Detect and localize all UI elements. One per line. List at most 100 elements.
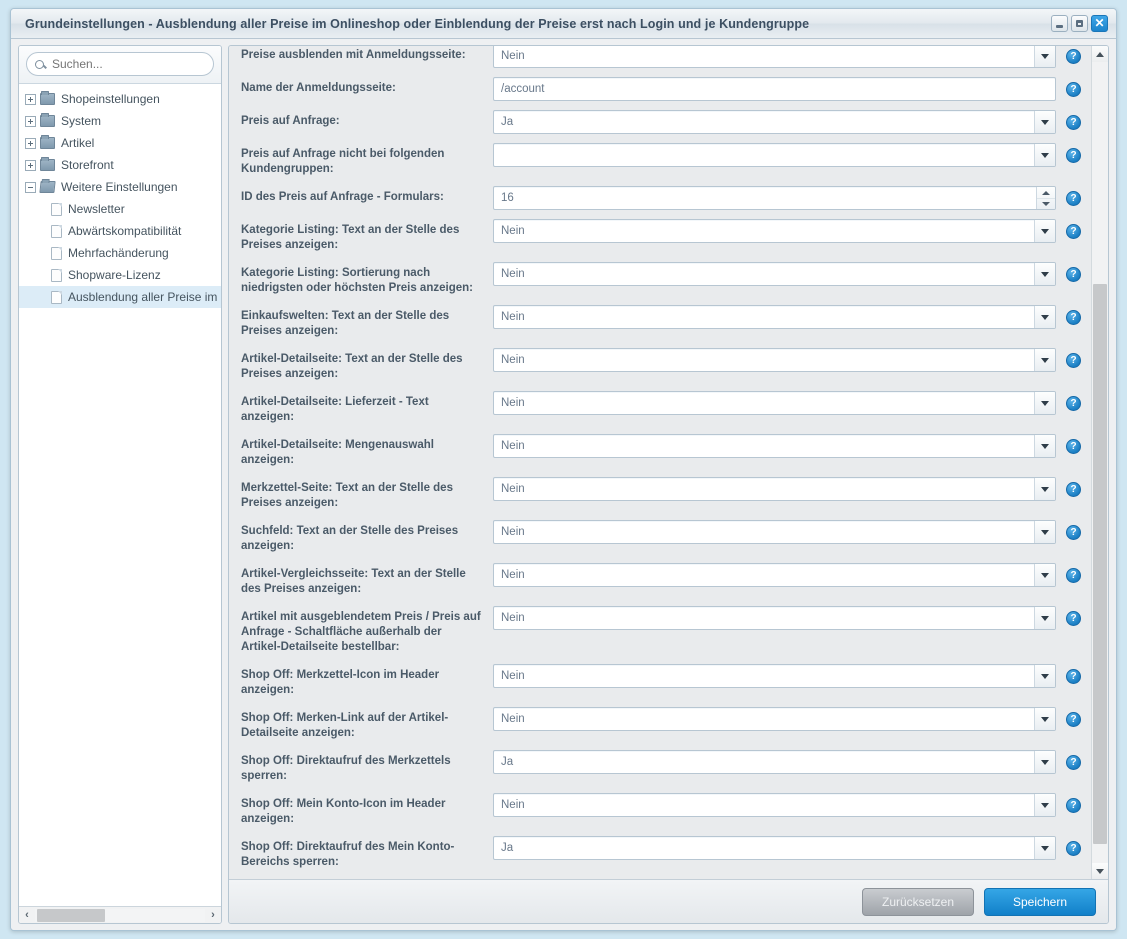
scroll-right-arrow-icon[interactable]: › xyxy=(205,908,221,923)
help-icon[interactable]: ? xyxy=(1066,115,1081,130)
tree-item[interactable]: Artikel xyxy=(19,132,221,154)
field-value[interactable]: Nein xyxy=(494,263,1034,285)
combobox[interactable]: Nein xyxy=(493,391,1056,415)
chevron-down-icon[interactable] xyxy=(1034,665,1055,687)
field-value[interactable]: Ja xyxy=(494,751,1034,773)
number-spinner[interactable]: 16 xyxy=(493,186,1056,210)
combobox[interactable]: Ja xyxy=(493,836,1056,860)
chevron-down-icon[interactable] xyxy=(1034,392,1055,414)
spinner-buttons[interactable] xyxy=(1036,187,1055,209)
field-value[interactable]: Nein xyxy=(494,665,1034,687)
chevron-down-icon[interactable] xyxy=(1034,837,1055,859)
help-icon[interactable]: ? xyxy=(1066,712,1081,727)
settings-tree[interactable]: Shopeinstellungen System Artikel Storefront… xyxy=(19,84,221,906)
combobox[interactable]: Nein xyxy=(493,707,1056,731)
field-value[interactable]: Nein xyxy=(494,607,1034,629)
field-value[interactable]: Nein xyxy=(494,708,1034,730)
tree-item[interactable]: Shopeinstellungen xyxy=(19,88,221,110)
field-value[interactable]: Nein xyxy=(494,435,1034,457)
maximize-button[interactable] xyxy=(1071,15,1088,32)
tree-item[interactable]: Shopware-Lizenz xyxy=(19,264,221,286)
combobox[interactable]: Nein xyxy=(493,348,1056,372)
collapse-minus-icon[interactable] xyxy=(25,181,36,193)
sidebar-horizontal-scrollbar[interactable]: ‹ › xyxy=(19,906,221,923)
combobox[interactable]: Nein xyxy=(493,434,1056,458)
text-input[interactable]: /account xyxy=(493,77,1056,101)
h-scroll-track[interactable] xyxy=(35,908,205,922)
chevron-down-icon[interactable] xyxy=(1034,46,1055,67)
chevron-down-icon[interactable] xyxy=(1034,794,1055,816)
field-value[interactable]: Nein xyxy=(494,349,1034,371)
help-icon[interactable]: ? xyxy=(1066,82,1081,97)
search-box[interactable] xyxy=(26,52,214,76)
chevron-down-icon[interactable] xyxy=(1034,263,1055,285)
field-value[interactable]: Nein xyxy=(494,478,1034,500)
chevron-down-icon[interactable] xyxy=(1034,478,1055,500)
chevron-down-icon[interactable] xyxy=(1034,564,1055,586)
help-icon[interactable]: ? xyxy=(1066,310,1081,325)
help-icon[interactable]: ? xyxy=(1066,669,1081,684)
combobox[interactable]: Ja xyxy=(493,750,1056,774)
tree-item[interactable]: System xyxy=(19,110,221,132)
combobox[interactable] xyxy=(493,143,1056,167)
close-button[interactable]: ✕ xyxy=(1091,15,1108,32)
combobox[interactable]: Ja xyxy=(493,110,1056,134)
expand-plus-icon[interactable] xyxy=(25,159,36,171)
expand-plus-icon[interactable] xyxy=(25,115,36,127)
spinner-down-icon[interactable] xyxy=(1037,198,1055,209)
field-value[interactable]: Nein xyxy=(494,392,1034,414)
field-value[interactable]: Nein xyxy=(494,794,1034,816)
search-input[interactable] xyxy=(50,56,209,72)
expand-plus-icon[interactable] xyxy=(25,137,36,149)
combobox[interactable]: Nein xyxy=(493,606,1056,630)
combobox[interactable]: Nein xyxy=(493,262,1056,286)
form-vertical-scrollbar[interactable] xyxy=(1091,46,1108,879)
field-value[interactable]: /account xyxy=(494,78,1055,100)
field-value[interactable]: Ja xyxy=(494,837,1034,859)
combobox[interactable]: Nein xyxy=(493,563,1056,587)
help-icon[interactable]: ? xyxy=(1066,396,1081,411)
chevron-down-icon[interactable] xyxy=(1034,521,1055,543)
scroll-down-arrow-icon[interactable] xyxy=(1092,863,1108,879)
combobox[interactable]: Nein xyxy=(493,219,1056,243)
chevron-down-icon[interactable] xyxy=(1034,607,1055,629)
tree-item[interactable]: Storefront xyxy=(19,154,221,176)
combobox[interactable]: Nein xyxy=(493,793,1056,817)
chevron-down-icon[interactable] xyxy=(1034,306,1055,328)
field-value[interactable]: Nein xyxy=(494,521,1034,543)
tree-item[interactable]: Abwärtskompatibilität xyxy=(19,220,221,242)
help-icon[interactable]: ? xyxy=(1066,148,1081,163)
help-icon[interactable]: ? xyxy=(1066,841,1081,856)
chevron-down-icon[interactable] xyxy=(1034,708,1055,730)
tree-item[interactable]: Weitere Einstellungen xyxy=(19,176,221,198)
help-icon[interactable]: ? xyxy=(1066,482,1081,497)
field-value[interactable]: Ja xyxy=(494,111,1034,133)
reset-button[interactable]: Zurücksetzen xyxy=(862,887,974,916)
chevron-down-icon[interactable] xyxy=(1034,220,1055,242)
field-value[interactable]: Nein xyxy=(494,220,1034,242)
combobox[interactable]: Nein xyxy=(493,477,1056,501)
tree-item[interactable]: Mehrfachänderung xyxy=(19,242,221,264)
help-icon[interactable]: ? xyxy=(1066,224,1081,239)
h-scroll-thumb[interactable] xyxy=(37,908,105,922)
help-icon[interactable]: ? xyxy=(1066,525,1081,540)
help-icon[interactable]: ? xyxy=(1066,439,1081,454)
combobox[interactable]: Nein xyxy=(493,520,1056,544)
combobox[interactable]: Nein xyxy=(493,664,1056,688)
help-icon[interactable]: ? xyxy=(1066,353,1081,368)
combobox[interactable]: Nein xyxy=(493,46,1056,68)
help-icon[interactable]: ? xyxy=(1066,755,1081,770)
v-scroll-track[interactable] xyxy=(1092,62,1108,863)
chevron-down-icon[interactable] xyxy=(1034,435,1055,457)
tree-item[interactable]: Newsletter xyxy=(19,198,221,220)
field-value[interactable] xyxy=(494,144,1034,166)
scroll-up-arrow-icon[interactable] xyxy=(1092,46,1108,62)
chevron-down-icon[interactable] xyxy=(1034,144,1055,166)
scroll-left-arrow-icon[interactable]: ‹ xyxy=(19,908,35,923)
combobox[interactable]: Nein xyxy=(493,305,1056,329)
expand-plus-icon[interactable] xyxy=(25,93,36,105)
v-scroll-thumb[interactable] xyxy=(1093,284,1107,844)
help-icon[interactable]: ? xyxy=(1066,798,1081,813)
chevron-down-icon[interactable] xyxy=(1034,349,1055,371)
help-icon[interactable]: ? xyxy=(1066,568,1081,583)
